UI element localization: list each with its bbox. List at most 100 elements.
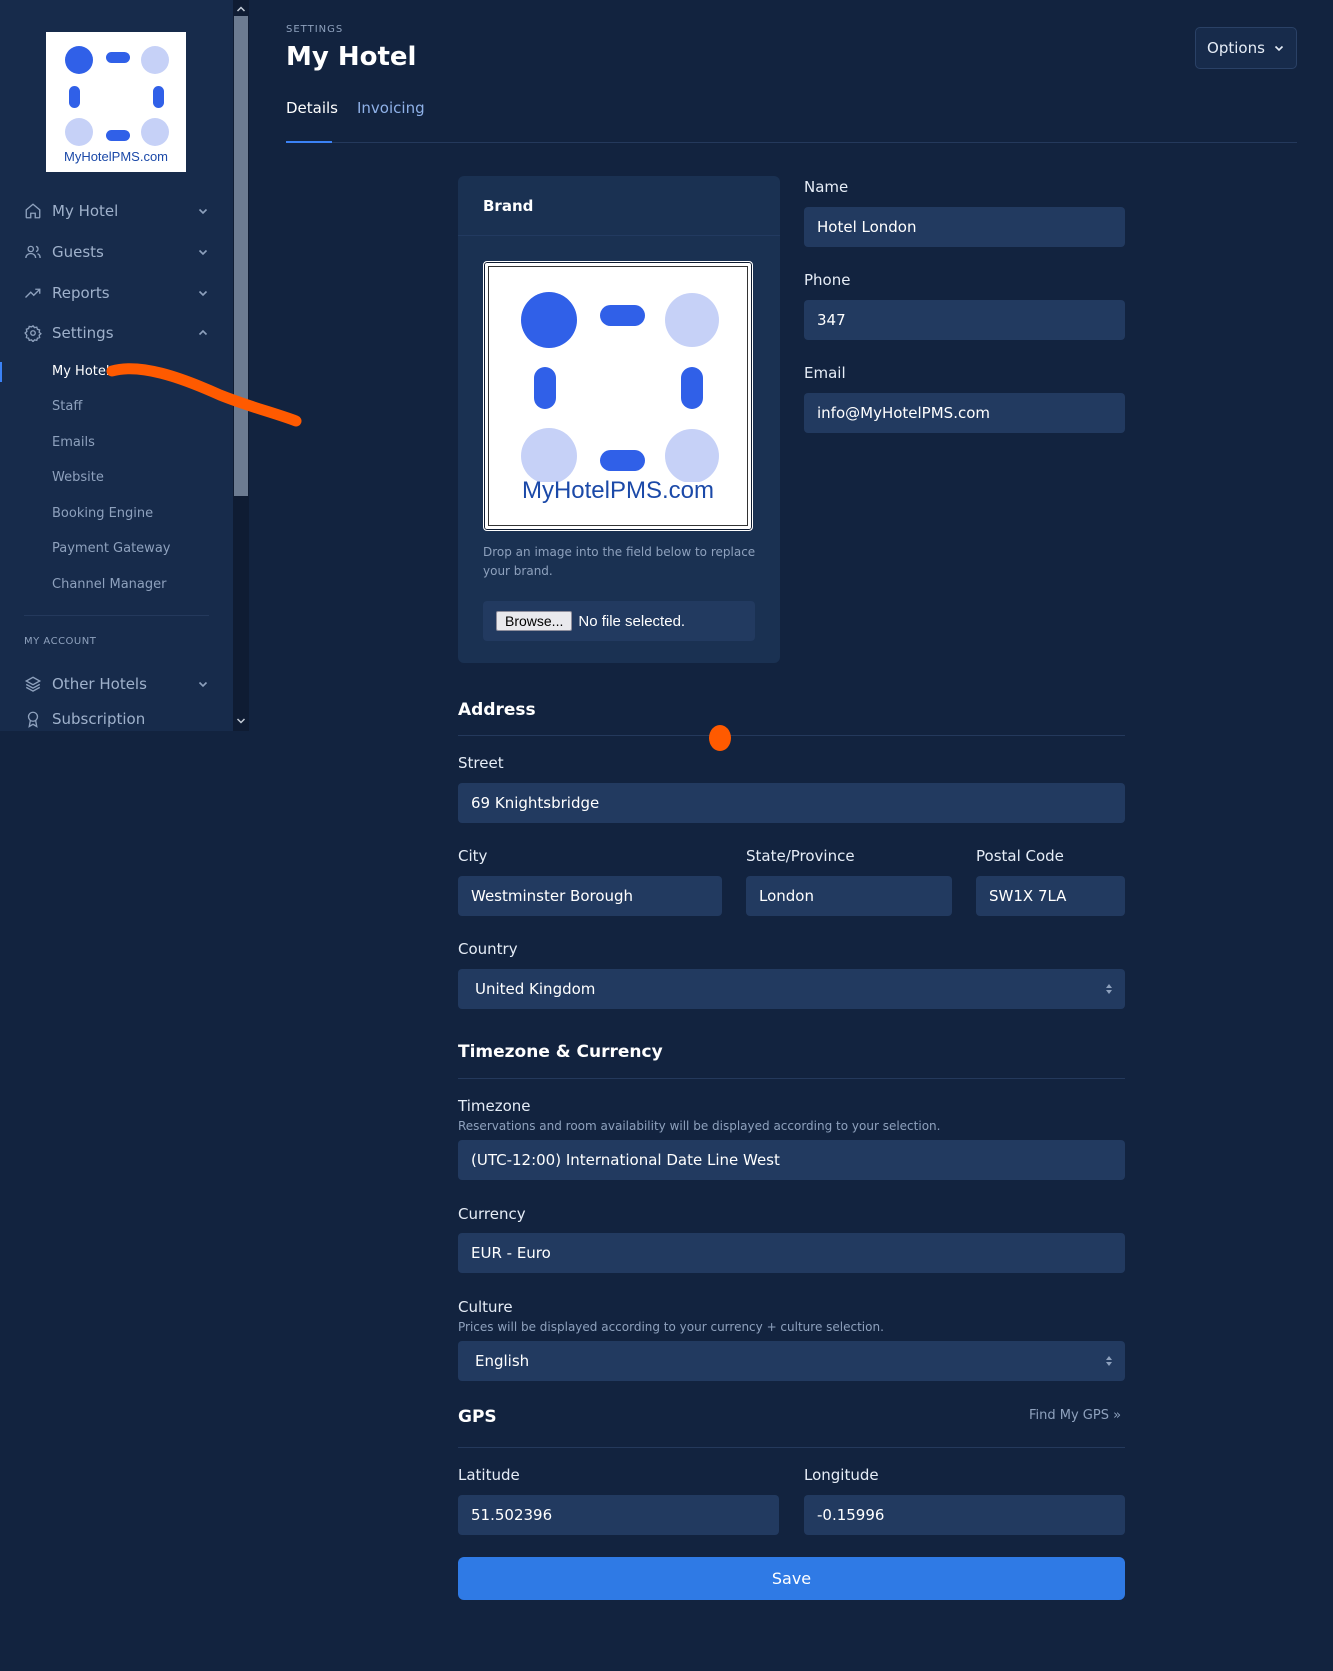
city-label: City <box>458 847 488 865</box>
sidebar-item-subscription[interactable]: Subscription <box>24 710 209 731</box>
sidebar-item-guests[interactable]: Guests <box>24 238 209 266</box>
file-status: No file selected. <box>578 612 686 630</box>
street-field[interactable] <box>458 783 1125 823</box>
culture-select[interactable]: English <box>458 1341 1125 1381</box>
gear-icon <box>24 324 42 342</box>
country-value: United Kingdom <box>475 980 596 998</box>
gps-heading: GPS <box>458 1407 497 1427</box>
scroll-down-icon[interactable] <box>236 716 246 726</box>
culture-hint: Prices will be displayed according to yo… <box>458 1320 884 1334</box>
city-field[interactable] <box>458 876 722 916</box>
save-button[interactable]: Save <box>458 1557 1125 1600</box>
latitude-label: Latitude <box>458 1466 520 1484</box>
chevron-up-icon <box>198 329 208 336</box>
sidebar-item-label: Other Hotels <box>52 675 147 693</box>
name-field[interactable] <box>804 207 1125 247</box>
culture-value: English <box>475 1352 530 1370</box>
find-my-gps-link[interactable]: Find My GPS » <box>1029 1408 1121 1423</box>
brand-image-dropzone[interactable]: MyHotelPMS.com <box>483 261 753 531</box>
country-label: Country <box>458 940 518 958</box>
sidebar-subitem-channel-manager[interactable]: Channel Manager <box>52 577 167 592</box>
sidebar-item-reports[interactable]: Reports <box>24 279 209 307</box>
sidebar-item-settings[interactable]: Settings <box>24 319 209 347</box>
timezone-field[interactable] <box>458 1140 1125 1180</box>
sort-arrows-icon <box>1106 984 1112 994</box>
state-field[interactable] <box>746 876 952 916</box>
email-label: Email <box>804 364 846 382</box>
sidebar-subitem-booking-engine[interactable]: Booking Engine <box>52 506 153 521</box>
tabs-divider <box>286 142 1297 143</box>
sidebar: MyHotelPMS.com My Hotel Guests Reports S… <box>0 0 233 731</box>
sidebar-subitem-my-hotel[interactable]: My Hotel <box>52 364 109 379</box>
file-input[interactable]: Browse... No file selected. <box>483 601 755 641</box>
layers-icon <box>24 676 42 692</box>
sidebar-item-label: My Hotel <box>52 202 119 220</box>
country-select[interactable]: United Kingdom <box>458 969 1125 1009</box>
trending-up-icon <box>25 288 41 298</box>
address-divider <box>458 735 1125 736</box>
culture-label: Culture <box>458 1298 513 1316</box>
logo-graphic <box>65 46 169 146</box>
tab-invoicing[interactable]: Invoicing <box>357 99 425 117</box>
phone-field[interactable] <box>804 300 1125 340</box>
timezone-currency-heading: Timezone & Currency <box>458 1042 663 1062</box>
timezone-divider <box>458 1078 1125 1079</box>
brand-title: Brand <box>483 197 534 215</box>
sidebar-subitem-website[interactable]: Website <box>52 470 104 485</box>
sidebar-scroll-thumb[interactable] <box>234 16 248 496</box>
chevron-down-icon <box>1274 45 1284 52</box>
sidebar-item-label: Guests <box>52 243 104 261</box>
name-label: Name <box>804 178 849 196</box>
sidebar-subitem-emails[interactable]: Emails <box>52 435 95 450</box>
chevron-down-icon <box>198 208 208 215</box>
sidebar-item-my-hotel[interactable]: My Hotel <box>24 197 209 225</box>
currency-field[interactable] <box>458 1233 1125 1273</box>
sidebar-subitem-payment-gateway[interactable]: Payment Gateway <box>52 541 170 556</box>
sidebar-divider <box>24 615 209 616</box>
logo-text: MyHotelPMS.com <box>63 149 169 164</box>
award-icon <box>27 711 39 728</box>
users-icon <box>25 245 41 259</box>
sidebar-item-label: Reports <box>52 284 110 302</box>
tab-details[interactable]: Details <box>286 99 338 117</box>
chevron-down-icon <box>198 290 208 297</box>
browse-button[interactable]: Browse... <box>496 611 573 631</box>
options-button[interactable]: Options <box>1195 27 1297 69</box>
sidebar-item-label: Subscription <box>52 710 146 728</box>
latitude-field[interactable] <box>458 1495 779 1535</box>
page-title: My Hotel <box>286 42 417 72</box>
sidebar-subitem-staff[interactable]: Staff <box>52 399 82 414</box>
brand-help-text: Drop an image into the field below to re… <box>483 545 756 578</box>
longitude-label: Longitude <box>804 1466 879 1484</box>
timezone-hint: Reservations and room availability will … <box>458 1119 941 1133</box>
chevron-down-icon <box>198 249 208 256</box>
brand-image: MyHotelPMS.com <box>488 266 748 526</box>
brand-card: Brand MyHotelPMS.com Drop an image into … <box>458 176 780 663</box>
email-field[interactable] <box>804 393 1125 433</box>
options-label: Options <box>1207 39 1265 57</box>
brand-logo-graphic <box>521 292 719 482</box>
state-label: State/Province <box>746 847 855 865</box>
home-icon <box>25 203 41 219</box>
sidebar-item-other-hotels[interactable]: Other Hotels <box>24 670 209 698</box>
scroll-up-icon[interactable] <box>236 4 246 14</box>
brand-card-header: Brand <box>458 176 780 236</box>
street-label: Street <box>458 754 504 772</box>
active-tab-indicator <box>286 141 332 143</box>
phone-label: Phone <box>804 271 851 289</box>
longitude-field[interactable] <box>804 1495 1125 1535</box>
my-account-caption: MY ACCOUNT <box>24 636 97 647</box>
postal-code-field[interactable] <box>976 876 1125 916</box>
active-indicator <box>0 362 2 382</box>
chevron-down-icon <box>198 681 208 688</box>
sort-arrows-icon <box>1106 1356 1112 1366</box>
hotel-logo[interactable]: MyHotelPMS.com <box>46 32 186 172</box>
brand-logo-text: MyHotelPMS.com <box>521 477 715 504</box>
sidebar-item-label: Settings <box>52 324 114 342</box>
gps-divider <box>458 1447 1125 1448</box>
address-heading: Address <box>458 700 536 720</box>
annotation-dot <box>709 725 731 751</box>
breadcrumb: SETTINGS <box>286 24 344 35</box>
currency-label: Currency <box>458 1205 526 1223</box>
timezone-label: Timezone <box>458 1097 531 1115</box>
